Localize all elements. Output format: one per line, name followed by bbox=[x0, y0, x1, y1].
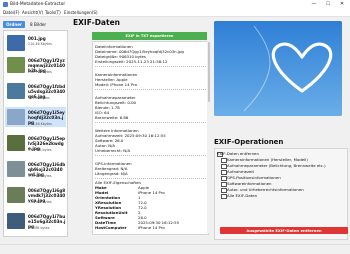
window-title: Bild-Metadaten-Extractor bbox=[10, 2, 66, 7]
minimize-button[interactable]: — bbox=[308, 1, 320, 8]
list-item-selected[interactable]: 006d7Qgy1i5eyhoqfdj32c03n.jpg 256.46 Kby… bbox=[5, 107, 66, 127]
menu-file[interactable]: Datei(F) bbox=[3, 10, 19, 15]
divider bbox=[95, 122, 206, 123]
exif-line: Erstellungszeit: 2025-11-23 21:58:12 bbox=[95, 59, 168, 64]
option-label: GPS-Positionsinformationen bbox=[227, 175, 281, 180]
file-size: 3.1 MB bytes bbox=[28, 226, 50, 230]
thumbnail bbox=[7, 161, 25, 177]
list-item[interactable]: 006d7Qgy1fzbdu5vdsg32c0340qs6.jpg 145.8 … bbox=[5, 81, 66, 101]
exif-line: Längengrad: N/A bbox=[95, 171, 128, 176]
open-folder-button[interactable]: Ordner laden bbox=[3, 21, 25, 34]
title-bar: Bild-Metadaten-Extractor — ☐ ✕ bbox=[0, 0, 350, 9]
option-label: Kamerainformationen (Hersteller, Modell) bbox=[227, 157, 308, 162]
divider bbox=[95, 66, 206, 67]
ops-title: EXIF-Operationen bbox=[214, 138, 284, 146]
scrollbar-thumb[interactable] bbox=[207, 42, 210, 102]
list-item[interactable]: 006d7Qgy1i6dbqb9ioj32c0340wd.jpg 1.12 MB… bbox=[5, 159, 66, 179]
thumbnail bbox=[7, 135, 25, 151]
file-size: 145.8 Kbytes bbox=[28, 96, 50, 100]
maximize-button[interactable]: ☐ bbox=[322, 1, 334, 8]
list-item[interactable]: 006d7Qgy1i5eplvSj326e2kwdge.jpg 1.24 MB … bbox=[5, 133, 66, 153]
menu-view[interactable]: Ansicht(V) bbox=[22, 10, 43, 15]
thumbnail bbox=[7, 187, 25, 203]
thumbnail bbox=[7, 83, 25, 99]
exif-line: Modell: iPhone 14 Pro bbox=[95, 82, 138, 87]
checkbox[interactable] bbox=[221, 157, 227, 163]
checkbox[interactable] bbox=[221, 181, 227, 187]
file-size: 1.24 MB bytes bbox=[28, 148, 52, 152]
option-remove-exif[interactable]: EXIF-Daten entfernen bbox=[217, 151, 259, 157]
option-label: Aufnahmeparameter (Belichtung, Brennweit… bbox=[227, 163, 326, 168]
option-label: Autor- und Urheberrechtsinformationen bbox=[227, 187, 304, 192]
exif-value: iPhone 14 Pro bbox=[138, 225, 165, 230]
file-size: 256.46 Kbytes bbox=[28, 122, 52, 126]
menu-bar: Datei(F) Ansicht(V) Tools(T) Einstellung… bbox=[0, 9, 350, 17]
checkbox[interactable] bbox=[221, 193, 227, 199]
file-size: 1.00 MB bytes bbox=[28, 200, 52, 204]
list-item[interactable]: 001.jpg 210.46 Kbytes bbox=[5, 33, 66, 53]
close-button[interactable]: ✕ bbox=[336, 1, 348, 8]
remove-selected-button[interactable]: Ausgewählte EXIF-Daten entfernen bbox=[220, 227, 348, 234]
image-count: 8 Bilder bbox=[30, 22, 47, 27]
export-txt-button[interactable]: EXIF in TXT exportieren bbox=[92, 32, 207, 40]
file-name: 001.jpg bbox=[28, 36, 46, 41]
checkbox[interactable] bbox=[221, 169, 227, 175]
divider bbox=[95, 89, 206, 90]
exif-line: Brennweite: 6.86 bbox=[95, 115, 129, 120]
exif-text-area[interactable]: Dateiinformationen Dateiname: 006d7Qgy1i… bbox=[92, 41, 209, 235]
file-list[interactable]: 001.jpg 210.46 Kbytes 006d7Qgy1f2yzmqmwj… bbox=[3, 30, 68, 237]
image-preview bbox=[214, 21, 342, 116]
exif-title: EXIF-Daten bbox=[73, 18, 120, 27]
checkbox[interactable] bbox=[221, 187, 227, 193]
list-item[interactable]: 006d7Qgy1i6g8vmdk7j32c0340vcp.jpg 1.00 M… bbox=[5, 185, 66, 205]
thumbnail bbox=[7, 35, 25, 51]
file-size: 1.12 MB bytes bbox=[28, 174, 52, 178]
option-label: Aufnahmezeit bbox=[227, 169, 255, 174]
menu-settings[interactable]: Einstellungen(S) bbox=[64, 10, 98, 15]
thumbnail bbox=[7, 57, 25, 73]
exif-line: Urheberrecht: N/A bbox=[95, 148, 131, 153]
exif-value: iPhone 14 Pro bbox=[138, 190, 165, 195]
file-size: 210.46 Kbytes bbox=[28, 42, 52, 46]
preview-image bbox=[214, 21, 342, 116]
option-label: Alle EXIF-Daten bbox=[227, 193, 258, 198]
thumbnail bbox=[7, 213, 25, 229]
checkbox[interactable] bbox=[221, 175, 227, 181]
exif-key: HostComputer bbox=[95, 225, 127, 230]
divider bbox=[95, 155, 206, 156]
option-label: Softwareinformationen bbox=[227, 181, 272, 186]
list-item[interactable]: 006d7Qgy1i7bue15x6g32c03n.jpg 3.1 MB byt… bbox=[5, 211, 66, 231]
file-size: 236.71 Kbytes bbox=[28, 70, 52, 74]
divider bbox=[95, 178, 206, 179]
option-label: EXIF-Daten entfernen bbox=[217, 151, 259, 156]
app-icon bbox=[3, 2, 8, 7]
thumbnail bbox=[7, 109, 25, 125]
list-item[interactable]: 006d7Qgy1f2yzmqmwj32c0140b2b.jpg 236.71 … bbox=[5, 55, 66, 75]
menu-tools[interactable]: Tools(T) bbox=[45, 10, 61, 15]
checkbox[interactable] bbox=[221, 163, 227, 169]
